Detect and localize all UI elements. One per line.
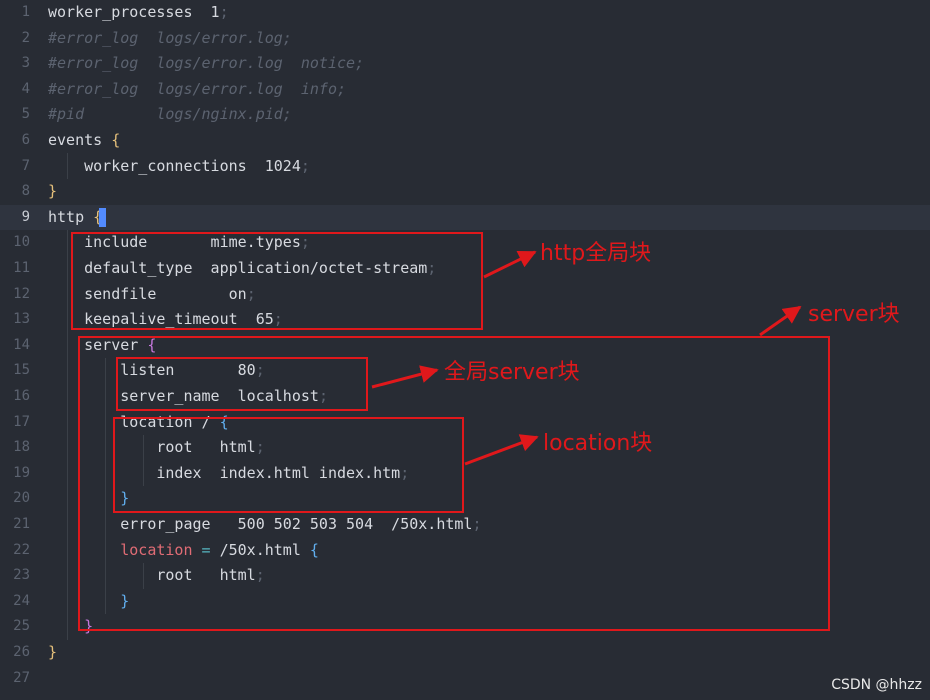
arrow-server (759, 305, 802, 337)
arrow-location (464, 434, 539, 466)
label-http-global: http全局块 (540, 241, 652, 266)
watermark: CSDN @hhzz (831, 677, 922, 693)
arrow-http-global (483, 250, 537, 279)
label-server: server块 (808, 302, 900, 327)
annotation-arrows (371, 250, 802, 466)
label-location: location块 (543, 431, 653, 456)
label-server-global: 全局server块 (444, 360, 580, 385)
code-editor[interactable]: 1 worker_processes 1; 2 #error_log logs/err… (0, 0, 930, 700)
arrow-server-global (371, 365, 439, 389)
